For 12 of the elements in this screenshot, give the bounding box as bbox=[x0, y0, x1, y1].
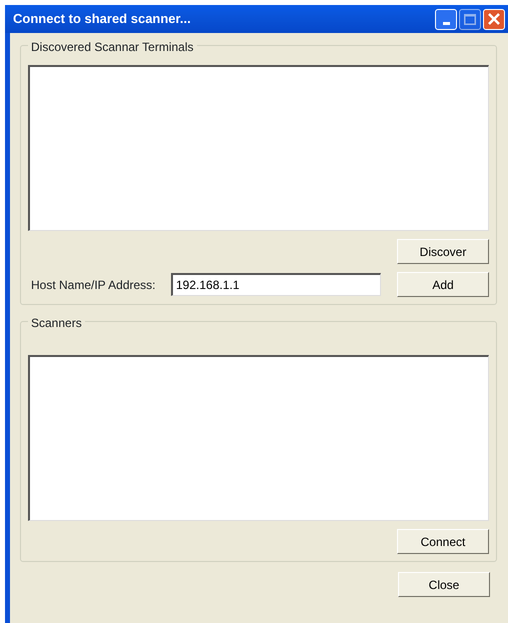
window-title: Connect to shared scanner... bbox=[13, 10, 192, 28]
host-input-field[interactable]: 192.168.1.1 bbox=[171, 273, 381, 296]
maximize-icon bbox=[464, 14, 476, 24]
add-button[interactable]: Add bbox=[397, 272, 489, 297]
host-label: Host Name/IP Address: bbox=[30, 276, 156, 294]
minimize-button[interactable] bbox=[435, 8, 457, 30]
connect-button[interactable]: Connect bbox=[397, 529, 489, 554]
close-icon bbox=[488, 13, 500, 25]
minimize-icon bbox=[442, 22, 450, 24]
close-button[interactable]: Close bbox=[398, 572, 490, 597]
discover-button[interactable]: Discover bbox=[397, 239, 489, 264]
close-button[interactable] bbox=[483, 8, 505, 30]
